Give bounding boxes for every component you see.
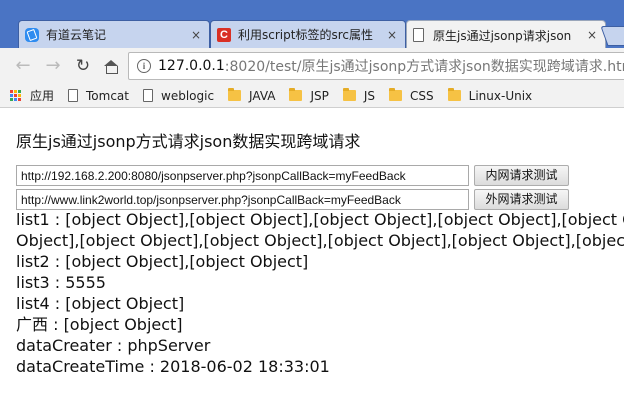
folder-icon <box>289 88 303 101</box>
tab-jsonp-page[interactable]: 原生js通过jsonp请求json × <box>406 20 606 48</box>
bookmark-folder-linux-unix[interactable]: Linux-Unix <box>447 88 533 103</box>
bookmark-label: JS <box>363 88 376 103</box>
page-icon <box>143 89 153 102</box>
forward-arrow-icon[interactable]: → <box>40 53 66 79</box>
reload-icon[interactable]: ↻ <box>70 53 96 79</box>
bookmark-label: 应用 <box>30 89 55 103</box>
result-line: 广西 : [object Object] <box>16 315 183 334</box>
address-bar[interactable]: i 127.0.0.1 :8020/test/原生js通过jsonp方式请求js… <box>128 52 624 80</box>
tab-strip: 有道云笔记 × C 利用script标签的src属性 × 原生js通过jsonp… <box>0 0 624 48</box>
page-icon <box>68 89 79 102</box>
page-title: 原生js通过jsonp方式请求json数据实现跨域请求 <box>16 132 361 151</box>
bookmark-label: Tomcat <box>86 88 129 103</box>
bookmark-folder-js[interactable]: JS <box>342 88 376 103</box>
folder-icon <box>342 88 356 101</box>
result-line: dataCreater : phpServer <box>16 336 211 355</box>
back-arrow-icon[interactable]: ← <box>10 53 36 79</box>
home-icon[interactable] <box>98 53 124 79</box>
intranet-request-button[interactable]: 内网请求测试 <box>474 165 569 186</box>
folder-icon <box>389 88 403 101</box>
tab-youdao-note[interactable]: 有道云笔记 × <box>18 20 210 48</box>
bookmark-label: JAVA <box>249 88 276 103</box>
youdao-note-icon <box>25 27 39 42</box>
bookmark-label: Linux-Unix <box>468 88 533 103</box>
bookmark-label: CSS <box>410 88 434 103</box>
close-icon[interactable]: × <box>189 28 203 42</box>
close-icon[interactable]: × <box>385 28 399 42</box>
info-icon[interactable]: i <box>137 59 151 73</box>
url-host: 127.0.0.1 <box>158 58 225 74</box>
bookmark-tomcat[interactable]: Tomcat <box>68 89 129 103</box>
result-line: list2 : [object Object],[object Object] <box>16 252 309 271</box>
tab-title: 有道云笔记 <box>46 28 107 42</box>
bookmark-label: JSP <box>310 88 329 103</box>
url-path: :8020/test/原生js通过jsonp方式请求json数据实现跨域请求.h… <box>224 59 624 75</box>
bookmark-apps[interactable]: 应用 <box>10 87 54 104</box>
internet-url-input[interactable] <box>16 189 469 210</box>
bookmark-folder-css[interactable]: CSS <box>389 88 434 103</box>
intranet-url-input[interactable] <box>16 165 469 186</box>
browser-toolbar: ← → ↻ i 127.0.0.1 :8020/test/原生js通过jsonp… <box>0 48 624 84</box>
result-output: list1 : [object Object],[object Object],… <box>16 209 624 377</box>
page-content: 原生js通过jsonp方式请求json数据实现跨域请求 内网请求测试 外网请求测… <box>0 109 624 410</box>
bookmark-label: weblogic <box>161 88 215 103</box>
internet-request-button[interactable]: 外网请求测试 <box>474 189 569 210</box>
result-line: dataCreateTime : 2018-06-02 18:33:01 <box>16 357 330 376</box>
bookmark-folder-jsp[interactable]: JSP <box>289 88 329 103</box>
tab-script-src[interactable]: C 利用script标签的src属性 × <box>210 20 406 48</box>
tab-title: 利用script标签的src属性 <box>238 28 373 42</box>
result-line: list4 : [object Object] <box>16 294 185 313</box>
tab-title: 原生js通过jsonp请求json <box>433 28 572 43</box>
bookmark-folder-java[interactable]: JAVA <box>228 88 276 103</box>
apps-icon <box>10 89 22 102</box>
bookmarks-bar: 应用 Tomcat weblogic JAVA JSP JS CSS Linux… <box>0 84 624 108</box>
bookmark-weblogic[interactable]: weblogic <box>143 89 214 103</box>
close-icon[interactable]: × <box>585 28 599 42</box>
document-icon <box>413 28 424 42</box>
folder-icon <box>447 88 461 101</box>
csdn-icon: C <box>217 27 231 42</box>
result-line: list3 : 5555 <box>16 273 106 292</box>
folder-icon <box>228 88 242 101</box>
result-line: list1 : [object Object],[object Object],… <box>16 210 624 229</box>
result-line: Object],[object Object],[object Object],… <box>16 231 624 250</box>
